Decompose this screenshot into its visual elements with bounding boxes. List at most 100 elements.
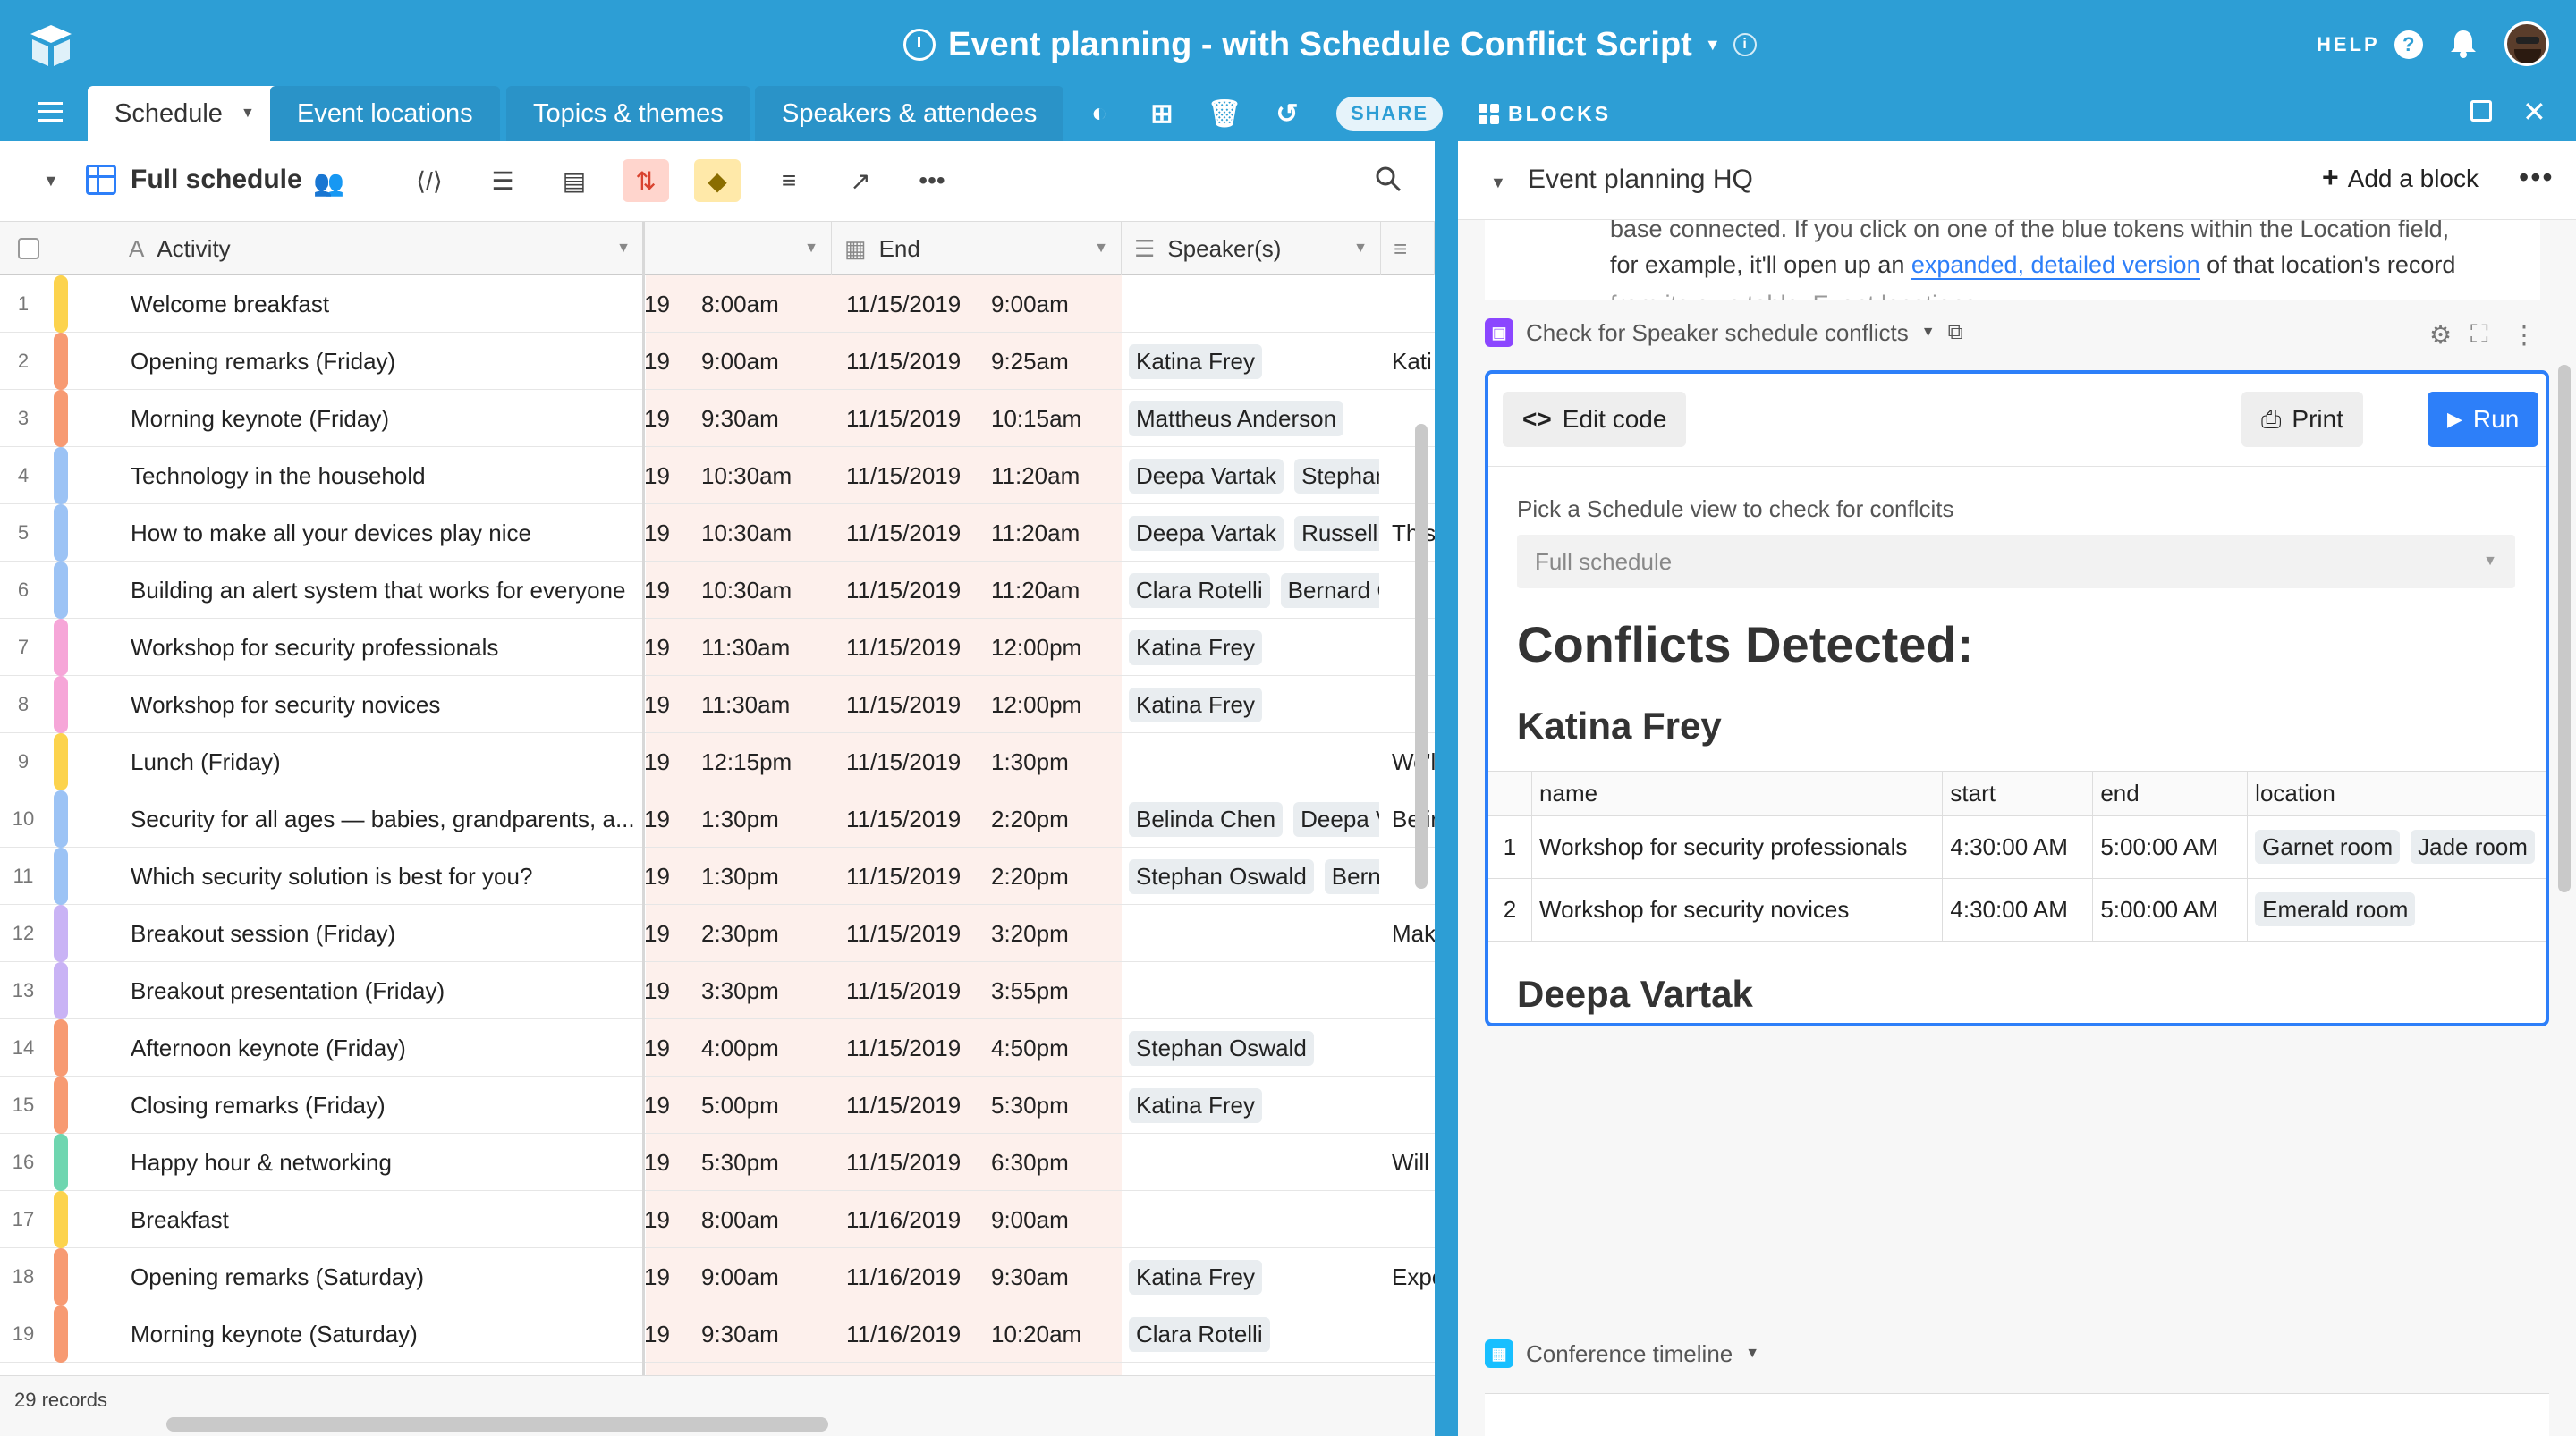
edit-code-button[interactable]: <> Edit code: [1503, 392, 1687, 447]
activity-cell[interactable]: Building an alert system that works for …: [131, 562, 637, 619]
start-time-cell[interactable]: 10:30am: [701, 447, 835, 504]
end-time-cell[interactable]: 3:20pm: [991, 905, 1116, 962]
chevron-down-icon[interactable]: ▼: [1745, 1346, 1759, 1362]
table-row[interactable]: 9 Lunch (Friday) 19 12:15pm 11/15/2019 1:30pm…: [0, 733, 1435, 790]
start-date-cell[interactable]: 19: [644, 275, 680, 333]
activity-cell[interactable]: Morning keynote (Friday): [131, 390, 637, 447]
column-header-end[interactable]: ▦ End ▼: [832, 222, 1122, 275]
start-time-cell[interactable]: 1:30pm: [701, 790, 835, 848]
start-time-cell[interactable]: 5:00pm: [701, 1077, 835, 1134]
speaker-chip[interactable]: Katina Frey: [1129, 687, 1262, 722]
speakers-cell[interactable]: Stephan Oswald Berna: [1129, 848, 1379, 905]
table-row[interactable]: 14 Afternoon keynote (Friday) 19 4:00pm 11/1…: [0, 1019, 1435, 1077]
end-time-cell[interactable]: 4:50pm: [991, 1019, 1116, 1077]
end-date-cell[interactable]: 11/15/2019: [846, 676, 980, 733]
description-cell[interactable]: [1392, 275, 1435, 333]
start-date-cell[interactable]: 19: [644, 562, 680, 619]
activity-cell[interactable]: Opening remarks (Friday): [131, 333, 637, 390]
end-time-cell[interactable]: 11:20am: [991, 562, 1116, 619]
end-date-cell[interactable]: 11/15/2019: [846, 504, 980, 562]
end-time-cell[interactable]: 1:30pm: [991, 733, 1116, 790]
start-date-cell[interactable]: 19: [644, 848, 680, 905]
column-header-description[interactable]: ≡: [1381, 222, 1435, 275]
chevron-down-icon[interactable]: ▼: [804, 241, 818, 257]
start-date-cell[interactable]: 19: [644, 1019, 680, 1077]
description-cell[interactable]: Mak: [1392, 905, 1435, 962]
speaker-chip[interactable]: Katina Frey: [1129, 629, 1262, 665]
end-date-cell[interactable]: 11/15/2019: [846, 275, 980, 333]
end-time-cell[interactable]: 5:30pm: [991, 1077, 1116, 1134]
table-row[interactable]: 6 Building an alert system that works for…: [0, 562, 1435, 619]
table-row[interactable]: 15 Closing remarks (Friday) 19 5:00pm 11/15/…: [0, 1077, 1435, 1134]
timeline-block-title[interactable]: ▦ Conference timeline ▼: [1485, 1339, 1759, 1368]
table-row[interactable]: 4 Technology in the household 19 10:30am 11/…: [0, 447, 1435, 504]
location-chip[interactable]: Emerald room: [2255, 892, 2416, 926]
settings-gear-icon[interactable]: ⚙: [2429, 320, 2452, 350]
group-icon[interactable]: ▤: [551, 159, 597, 202]
end-date-cell[interactable]: 11/15/2019: [846, 390, 980, 447]
speaker-chip[interactable]: Deepa Vartak: [1129, 515, 1284, 551]
description-cell[interactable]: [1392, 619, 1435, 676]
end-time-cell[interactable]: 12:00pm: [991, 676, 1116, 733]
description-cell[interactable]: This: [1392, 504, 1435, 562]
expanded-record-link[interactable]: expanded, detailed version: [1911, 251, 2200, 280]
start-time-cell[interactable]: 2:30pm: [701, 905, 835, 962]
end-date-cell[interactable]: 11/16/2019: [846, 1248, 980, 1305]
dashboard-scrollbar[interactable]: [2558, 365, 2571, 892]
speaker-chip[interactable]: Stephan Oswald: [1129, 858, 1314, 894]
start-date-cell[interactable]: 19: [644, 1305, 680, 1363]
speakers-cell[interactable]: [1129, 275, 1379, 333]
speakers-cell[interactable]: Katina Frey: [1129, 333, 1379, 390]
start-date-cell[interactable]: 19: [644, 447, 680, 504]
end-date-cell[interactable]: 11/15/2019: [846, 447, 980, 504]
speakers-cell[interactable]: Belinda ChenDeepa V: [1129, 790, 1379, 848]
description-cell[interactable]: [1392, 1077, 1435, 1134]
end-time-cell[interactable]: 9:00am: [991, 275, 1116, 333]
user-avatar[interactable]: [2504, 21, 2549, 66]
end-date-cell[interactable]: 11/15/2019: [846, 1077, 980, 1134]
share-view-icon[interactable]: ↗: [837, 159, 884, 202]
start-time-cell[interactable]: 10:30am: [701, 504, 835, 562]
activity-cell[interactable]: Afternoon keynote (Friday): [131, 1019, 637, 1077]
speakers-cell[interactable]: [1129, 1134, 1379, 1191]
end-date-cell[interactable]: 11/15/2019: [846, 790, 980, 848]
start-time-cell[interactable]: 3:30pm: [701, 962, 835, 1019]
speaker-chip[interactable]: Bernard C: [1280, 572, 1379, 608]
table-row[interactable]: 19 Morning keynote (Saturday) 19 9:30am 11/1…: [0, 1305, 1435, 1363]
table-row[interactable]: 17 Breakfast 19 8:00am 11/16/2019 9:00am: [0, 1191, 1435, 1248]
start-date-cell[interactable]: 19: [644, 733, 680, 790]
more-icon[interactable]: •••: [2519, 161, 2555, 194]
start-time-cell[interactable]: 12:15pm: [701, 733, 835, 790]
start-time-cell[interactable]: 11:30am: [701, 676, 835, 733]
description-cell[interactable]: Belir: [1392, 790, 1435, 848]
print-button[interactable]: ⎙ Print: [2241, 392, 2363, 447]
start-date-cell[interactable]: 19: [644, 676, 680, 733]
speaker-chip[interactable]: Russell: [1294, 515, 1379, 551]
end-time-cell[interactable]: 2:20pm: [991, 848, 1116, 905]
open-external-icon[interactable]: ⧉: [1948, 320, 1963, 345]
start-date-cell[interactable]: 19: [644, 390, 680, 447]
speaker-chip[interactable]: Katina Frey: [1129, 1259, 1262, 1295]
start-date-cell[interactable]: 19: [644, 333, 680, 390]
speaker-chip[interactable]: Clara Rotelli: [1129, 1316, 1270, 1352]
start-date-cell[interactable]: 19: [644, 1077, 680, 1134]
script-block-title[interactable]: ▣ Check for Speaker schedule conflicts ▼…: [1485, 318, 1963, 347]
activity-cell[interactable]: Security for all ages — babies, grandpar…: [131, 790, 637, 848]
sort-icon[interactable]: ⇅: [623, 159, 669, 202]
speaker-chip[interactable]: Clara Rotelli: [1129, 572, 1270, 608]
view-name[interactable]: Full schedule: [131, 165, 302, 195]
row-height-icon[interactable]: ≡: [766, 159, 812, 202]
table-row[interactable]: 8 Workshop for security novices 19 11:30am 1…: [0, 676, 1435, 733]
end-time-cell[interactable]: 10:15am: [991, 390, 1116, 447]
activity-cell[interactable]: How to make all your devices play nice: [131, 504, 637, 562]
activity-cell[interactable]: Breakout presentation (Friday): [131, 962, 637, 1019]
start-date-cell[interactable]: 19: [644, 504, 680, 562]
start-time-cell[interactable]: 10:30am: [701, 562, 835, 619]
chevron-down-icon[interactable]: ▼: [1921, 325, 1936, 341]
info-icon[interactable]: i: [1733, 33, 1757, 56]
table-row[interactable]: 16 Happy hour & networking 19 5:30pm 11/15/2…: [0, 1134, 1435, 1191]
activity-cell[interactable]: Breakfast: [131, 1191, 637, 1248]
table-row[interactable]: 11 Which security solution is best for yo…: [0, 848, 1435, 905]
start-time-cell[interactable]: 8:00am: [701, 1191, 835, 1248]
column-header-activity[interactable]: A Activity ▼: [116, 222, 644, 275]
